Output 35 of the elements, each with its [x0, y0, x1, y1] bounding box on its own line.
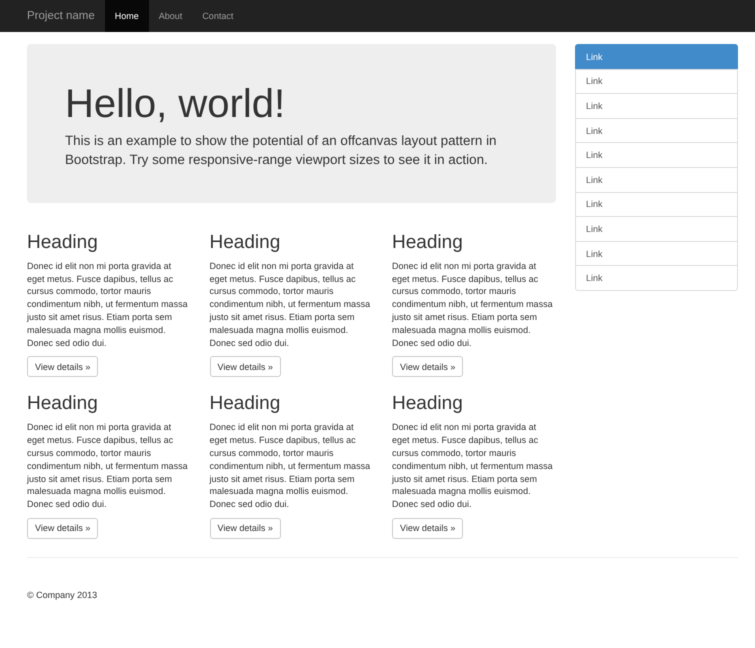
card-text: Donec id elit non mi porta gravida at eget metus. Fusce dapibus, tellus ac cursus commodo, tortor mauris condimentum nibh, ut fermentum massa justo sit amet risus. Etiam porta sem malesuada magna mollis euismod. Donec sed odio dui.: [27, 260, 189, 350]
card-heading: Heading: [392, 233, 463, 254]
card-heading: Heading: [210, 233, 280, 254]
view-details-button[interactable]: View details »: [392, 356, 464, 378]
card-heading: Heading: [27, 394, 98, 416]
jumbotron-title: Hello, world!: [65, 82, 286, 126]
card-heading: Heading: [392, 394, 463, 416]
card-text: Donec id elit non mi porta gravida at eget metus. Fusce dapibus, tellus ac cursus commodo, tortor mauris condimentum nibh, ut fermentum massa justo sit amet risus. Etiam porta sem malesuada magna mollis euismod. Donec sed odio dui.: [392, 260, 554, 350]
sidebar-link[interactable]: Link: [575, 166, 738, 193]
nav-link[interactable]: Contact: [192, 0, 244, 32]
sidebar-link[interactable]: Link: [575, 192, 738, 218]
nav-link[interactable]: Home: [104, 0, 149, 32]
sidebar-link[interactable]: Link: [575, 142, 738, 168]
view-details-button[interactable]: View details »: [27, 356, 98, 378]
view-details-button[interactable]: View details »: [210, 518, 281, 539]
card-text: Donec id elit non mi porta gravida at eget metus. Fusce dapibus, tellus ac cursus commodo, tortor mauris condimentum nibh, ut fermentum massa justo sit amet risus. Etiam porta sem malesuada magna mollis euismod. Donec sed odio dui.: [392, 421, 554, 511]
sidebar-link[interactable]: Link: [575, 68, 738, 94]
sidebar-link[interactable]: Link: [575, 44, 738, 70]
view-details-button[interactable]: View details »: [210, 356, 281, 378]
view-details-button[interactable]: View details »: [27, 518, 98, 539]
view-details-button[interactable]: View details »: [392, 518, 464, 539]
sidebar-link[interactable]: Link: [575, 216, 738, 242]
sidebar-link[interactable]: Link: [575, 118, 738, 144]
card-text: Donec id elit non mi porta gravida at eget metus. Fusce dapibus, tellus ac cursus commodo, tortor mauris condimentum nibh, ut fermentum massa justo sit amet risus. Etiam porta sem malesuada magna mollis euismod. Donec sed odio dui.: [27, 421, 189, 511]
card-text: Donec id elit non mi porta gravida at eget metus. Fusce dapibus, tellus ac cursus commodo, tortor mauris condimentum nibh, ut fermentum massa justo sit amet risus. Etiam porta sem malesuada magna mollis euismod. Donec sed odio dui.: [210, 260, 372, 350]
nav-link[interactable]: About: [148, 0, 192, 32]
sidebar-link[interactable]: Link: [575, 240, 738, 266]
card-heading: Heading: [210, 394, 280, 416]
sidebar-link[interactable]: Link: [575, 265, 738, 291]
brand-link[interactable]: Project name: [27, 0, 95, 32]
footer-text: © Company 2013: [26, 588, 98, 600]
sidebar-link[interactable]: Link: [575, 93, 738, 119]
card-text: Donec id elit non mi porta gravida at eget metus. Fusce dapibus, tellus ac cursus commodo, tortor mauris condimentum nibh, ut fermentum massa justo sit amet risus. Etiam porta sem malesuada magna mollis euismod. Donec sed odio dui.: [210, 421, 372, 511]
card-heading: Heading: [27, 233, 98, 254]
jumbotron-text: This is an example to show the potential of an offcanvas layout pattern in Bootstrap. Try some responsive-range viewport sizes to see it in action.: [65, 132, 498, 169]
